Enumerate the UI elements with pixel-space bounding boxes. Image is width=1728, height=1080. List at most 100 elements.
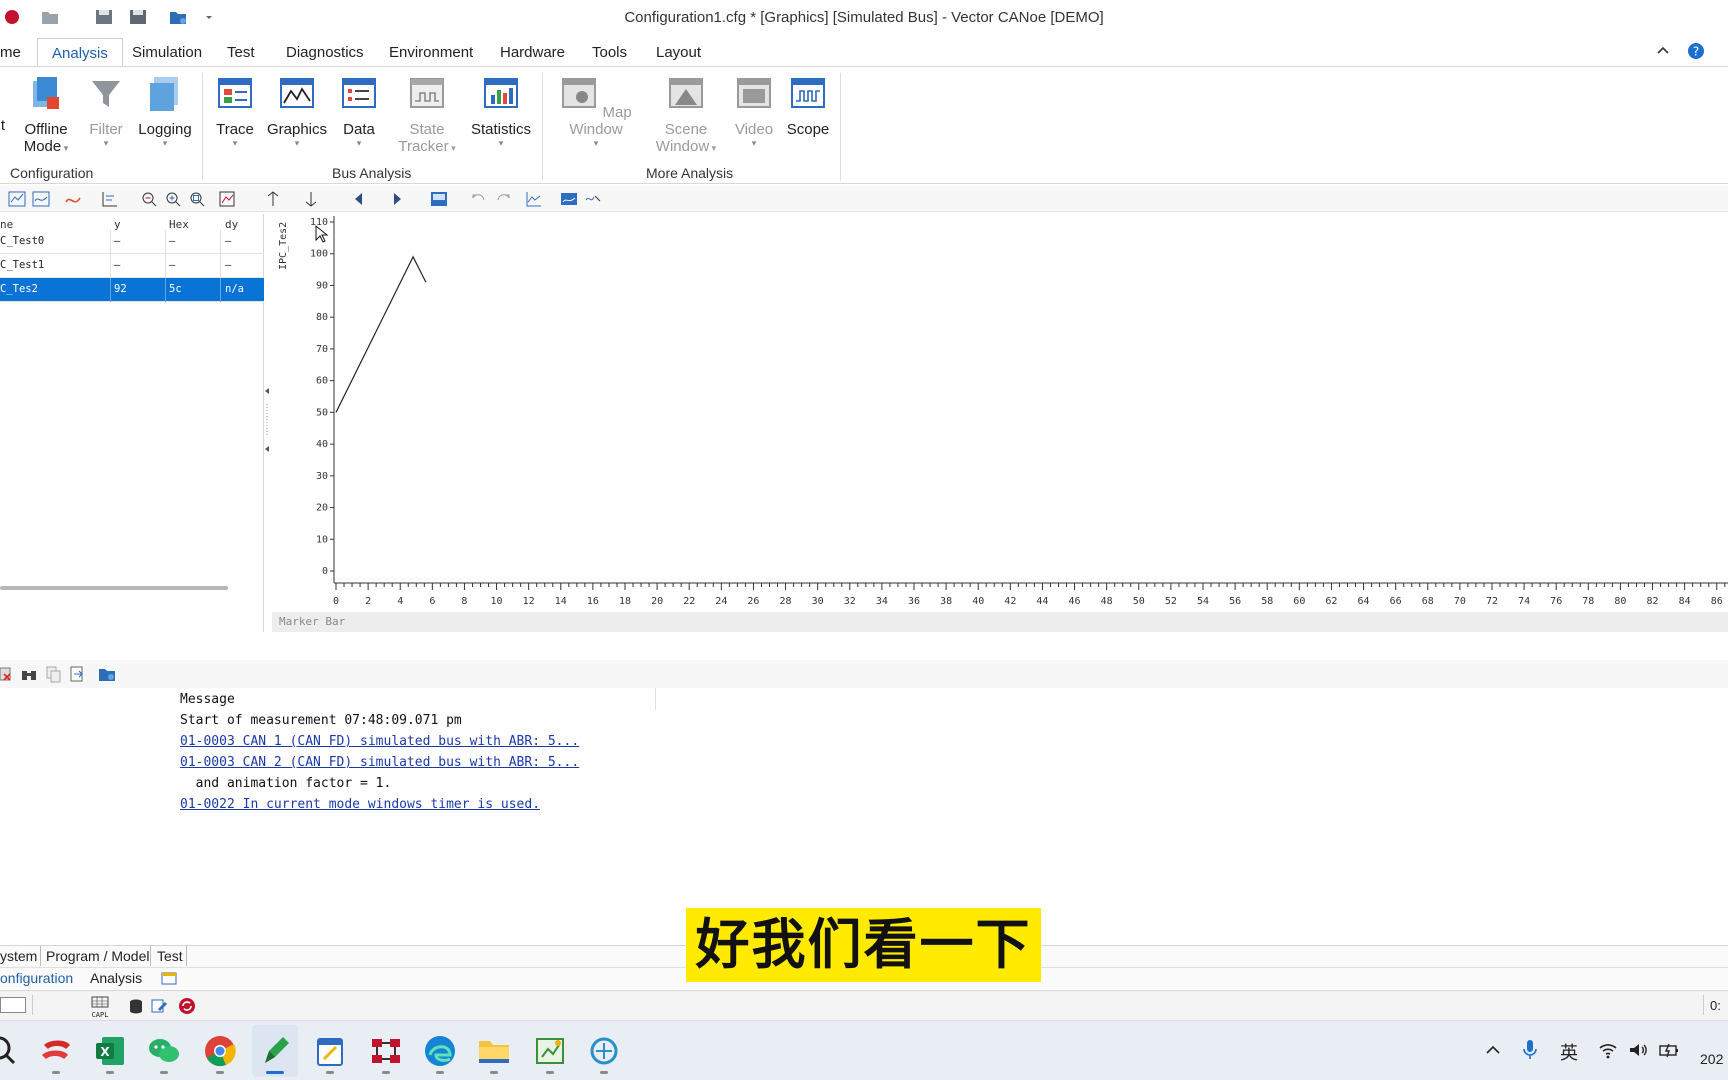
chart-canvas[interactable]: IPC_Tes2 0102030405060708090100110 02468… bbox=[272, 214, 1728, 608]
capl-button[interactable]: CAPL bbox=[90, 996, 110, 1019]
difference-marker-icon[interactable] bbox=[302, 190, 320, 208]
paint-icon[interactable] bbox=[532, 1033, 568, 1069]
zoom-in-icon[interactable] bbox=[164, 190, 182, 208]
file-explorer-icon[interactable] bbox=[476, 1033, 512, 1069]
notepad-icon[interactable] bbox=[312, 1033, 348, 1069]
signal-line[interactable] bbox=[335, 255, 427, 413]
battery-icon[interactable] bbox=[1658, 1041, 1680, 1059]
window-layout-icon[interactable] bbox=[430, 190, 448, 208]
tab-simulation[interactable]: Simulation bbox=[132, 44, 202, 61]
sync-icon[interactable] bbox=[178, 997, 196, 1015]
signal-mode-icon[interactable] bbox=[32, 190, 50, 208]
table-row[interactable]: C_Test1 – – – bbox=[0, 254, 264, 278]
chrome-icon[interactable] bbox=[202, 1033, 238, 1069]
export-log-icon[interactable] bbox=[68, 665, 86, 683]
edit-icon[interactable] bbox=[150, 997, 168, 1015]
tab-diagnostics[interactable]: Diagnostics bbox=[286, 44, 364, 61]
message-link[interactable]: 01-0003 CAN 1 (CAN FD) simulated bus wit… bbox=[180, 734, 579, 749]
clock[interactable]: 202 bbox=[1700, 1051, 1723, 1067]
wechat-icon[interactable] bbox=[146, 1033, 182, 1069]
table-row[interactable]: C_Test0 – – – bbox=[0, 230, 264, 254]
group-bus-analysis-label: Bus Analysis bbox=[332, 165, 412, 181]
edge-icon[interactable] bbox=[422, 1033, 458, 1069]
x-tick-label: 86 bbox=[1711, 596, 1723, 607]
splitter-handle[interactable] bbox=[264, 380, 270, 460]
offline-mode-button[interactable]: Offline Mode ▾ bbox=[14, 75, 78, 157]
marker-bar[interactable]: Marker Bar bbox=[272, 612, 1728, 632]
export-icon[interactable] bbox=[560, 190, 578, 208]
undo-icon[interactable] bbox=[470, 190, 488, 208]
tab-test-desktop[interactable]: Test bbox=[157, 948, 183, 964]
scope-button[interactable]: Scope bbox=[782, 75, 834, 138]
state-tracker-button[interactable]: State Tracker ▾ bbox=[390, 75, 464, 157]
wifi-icon[interactable] bbox=[1598, 1041, 1618, 1059]
help-icon[interactable]: ? bbox=[1686, 41, 1706, 61]
volume-icon[interactable] bbox=[1628, 1041, 1648, 1059]
previous-icon[interactable] bbox=[350, 190, 368, 208]
pen-app-icon[interactable] bbox=[257, 1033, 293, 1069]
tab-layout[interactable]: Layout bbox=[656, 44, 701, 61]
tab-configuration[interactable]: onfiguration bbox=[0, 970, 73, 986]
canoe-app-icon[interactable] bbox=[38, 1033, 74, 1069]
status-field[interactable] bbox=[0, 997, 26, 1013]
clear-icon[interactable] bbox=[0, 665, 14, 683]
measurement-marker-icon[interactable] bbox=[264, 190, 282, 208]
logging-button[interactable]: Logging ▾ bbox=[136, 75, 194, 148]
database-icon[interactable] bbox=[128, 998, 144, 1014]
tab-test[interactable]: Test bbox=[227, 44, 255, 61]
tab-tools[interactable]: Tools bbox=[592, 44, 627, 61]
tab-home[interactable]: me bbox=[0, 44, 21, 61]
copy-icon[interactable] bbox=[44, 665, 62, 683]
config-icon[interactable] bbox=[98, 665, 116, 683]
next-icon[interactable] bbox=[388, 190, 406, 208]
ime-indicator[interactable]: 英 bbox=[1560, 1039, 1578, 1065]
x-tick-label: 38 bbox=[940, 596, 952, 607]
statistics-button[interactable]: Statistics ▾ bbox=[466, 75, 536, 148]
x-tick-label: 60 bbox=[1293, 596, 1305, 607]
x-tick-label: 10 bbox=[491, 596, 503, 607]
y-tick-label: 20 bbox=[316, 503, 328, 514]
graphics-button[interactable]: Graphics ▾ bbox=[264, 75, 330, 148]
table-row-selected[interactable]: C_Tes2 92 5c n/a bbox=[0, 278, 264, 302]
message-link[interactable]: 01-0022 In current mode windows timer is… bbox=[180, 797, 540, 812]
graphics-chart[interactable]: IPC_Tes2 0 10 20 30 40 50 60 70 80 90 100 110 02468… bbox=[272, 214, 1728, 608]
tab-program-model[interactable]: Program / Model bbox=[46, 948, 149, 964]
search-icon[interactable] bbox=[0, 1033, 20, 1069]
fit-all-icon[interactable] bbox=[218, 190, 236, 208]
collapse-ribbon-icon[interactable] bbox=[1654, 42, 1672, 60]
trace-button[interactable]: Trace ▾ bbox=[208, 75, 262, 148]
new-page-icon[interactable] bbox=[160, 970, 178, 986]
tab-analysis-view[interactable]: Analysis bbox=[90, 970, 142, 986]
x-tick-label: 8 bbox=[461, 596, 467, 607]
tab-system[interactable]: ystem bbox=[0, 948, 37, 964]
zoom-out-icon[interactable] bbox=[140, 190, 158, 208]
x-tick-label: 30 bbox=[812, 596, 824, 607]
signal-layout-icon[interactable] bbox=[8, 190, 26, 208]
x-tick-label: 12 bbox=[523, 596, 535, 607]
partial-button[interactable]: t bbox=[0, 117, 8, 134]
horizontal-scrollbar[interactable] bbox=[0, 586, 228, 590]
network-tool-icon[interactable] bbox=[368, 1033, 404, 1069]
tab-hardware[interactable]: Hardware bbox=[500, 44, 565, 61]
cursor-options-icon[interactable] bbox=[584, 190, 602, 208]
filter-button[interactable]: Filter ▾ bbox=[84, 75, 128, 148]
x-tick-label: 26 bbox=[747, 596, 759, 607]
data-button[interactable]: Data ▾ bbox=[332, 75, 386, 148]
microphone-icon[interactable] bbox=[1521, 1039, 1539, 1061]
excel-icon[interactable]: X bbox=[92, 1033, 128, 1069]
axis-scale-icon[interactable] bbox=[100, 190, 118, 208]
show-hidden-icons-icon[interactable] bbox=[1484, 1041, 1502, 1059]
axis-options-icon[interactable] bbox=[524, 190, 542, 208]
message-header[interactable]: Message bbox=[180, 692, 235, 707]
map-window-button[interactable]: Map Window ▾ bbox=[550, 75, 642, 148]
find-icon[interactable] bbox=[20, 665, 38, 683]
scene-window-button[interactable]: Scene Window ▾ bbox=[646, 75, 726, 157]
curve-style-icon[interactable] bbox=[64, 190, 82, 208]
network-app-icon[interactable] bbox=[586, 1033, 622, 1069]
tab-environment[interactable]: Environment bbox=[389, 44, 473, 61]
redo-icon[interactable] bbox=[494, 190, 512, 208]
zoom-fit-icon[interactable] bbox=[188, 190, 206, 208]
video-button[interactable]: Video ▾ bbox=[730, 75, 778, 148]
message-link[interactable]: 01-0003 CAN 2 (CAN FD) simulated bus wit… bbox=[180, 755, 579, 770]
tab-analysis[interactable]: Analysis bbox=[37, 38, 123, 67]
